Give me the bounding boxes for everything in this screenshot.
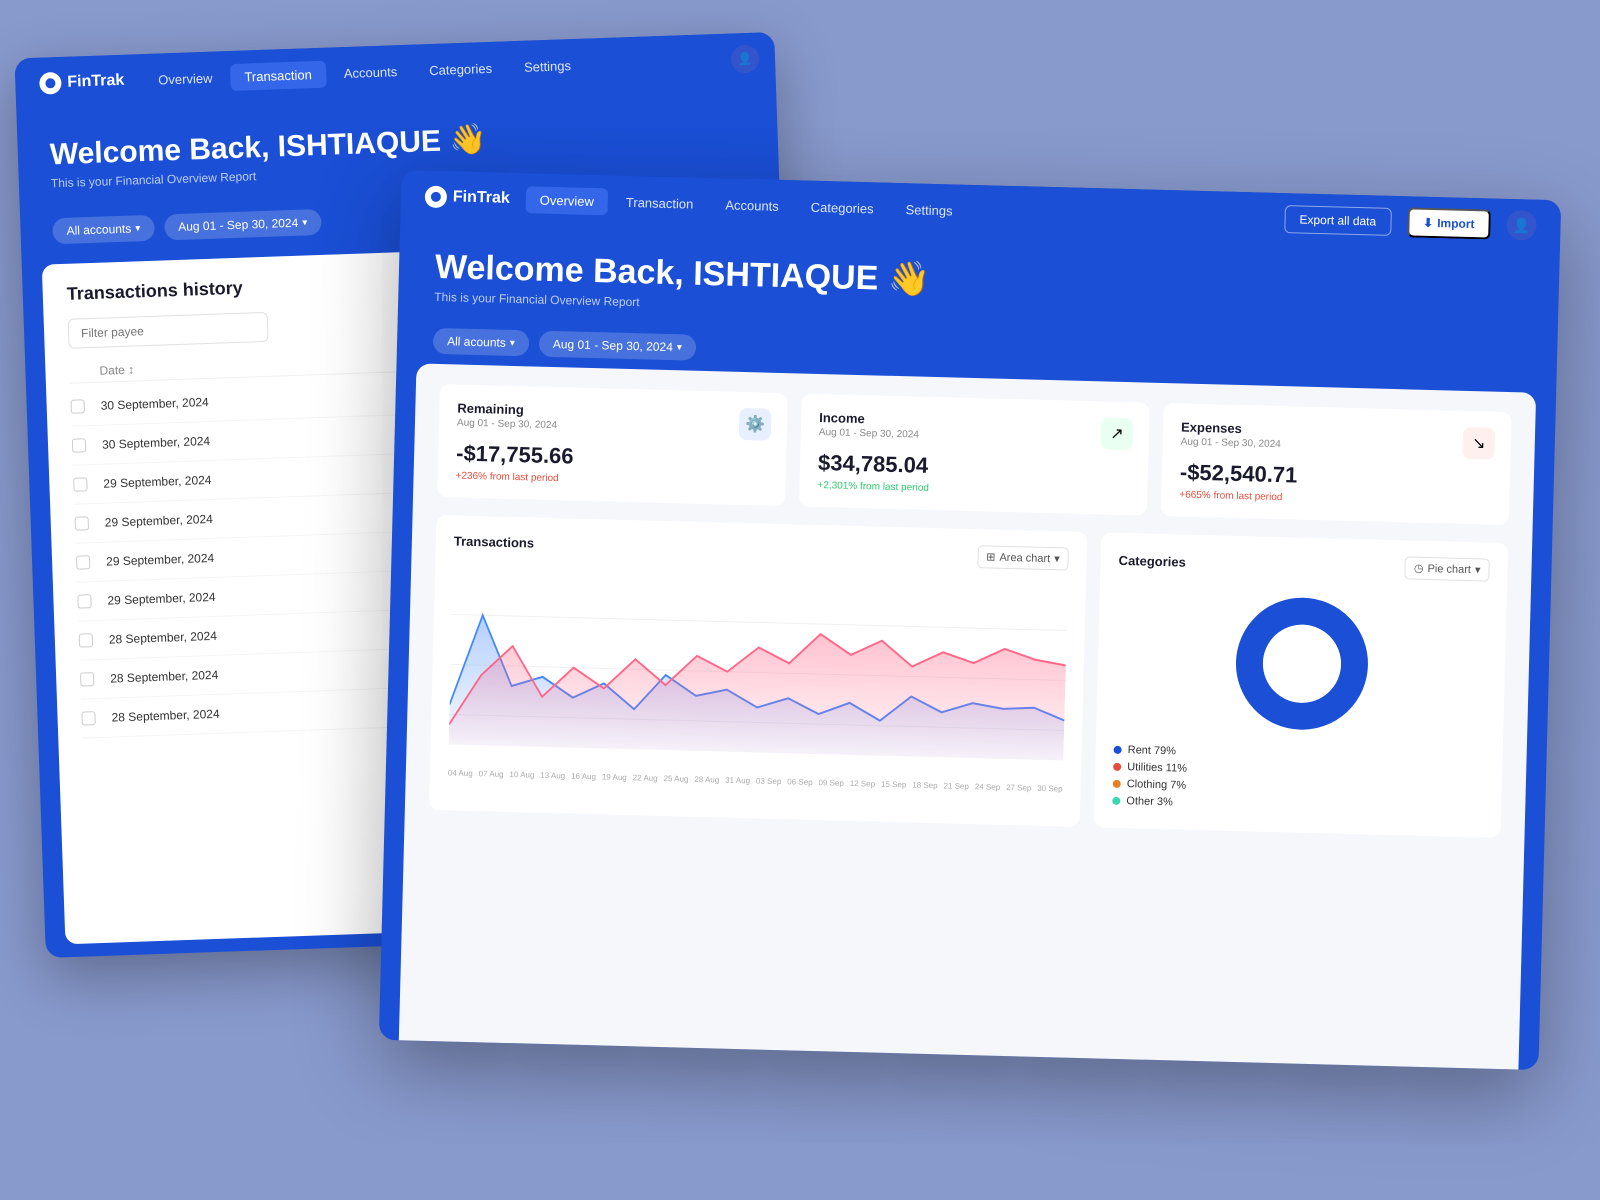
stats-row: ⚙️ Remaining Aug 01 - Sep 30, 2024 -$17,… — [437, 384, 1512, 525]
row-date: 28 September, 2024 — [109, 621, 430, 646]
row-date: 29 September, 2024 — [105, 504, 426, 529]
categories-card: Categories ◷ Pie chart ▾ — [1094, 532, 1509, 838]
back-accounts-filter[interactable]: All accounts ▾ — [52, 215, 155, 245]
import-icon: ⬇ — [1423, 216, 1433, 230]
legend-rent-dot — [1114, 746, 1122, 754]
income-icon: ↗ — [1101, 417, 1134, 450]
donut-chart-svg — [1225, 587, 1379, 741]
remaining-card: ⚙️ Remaining Aug 01 - Sep 30, 2024 -$17,… — [437, 384, 788, 506]
row-checkbox[interactable] — [70, 399, 84, 413]
income-amount: $34,785.04 — [818, 450, 1131, 484]
pie-chart-type-button[interactable]: ◷ Pie chart ▾ — [1405, 556, 1490, 581]
back-nav-accounts[interactable]: Accounts — [329, 57, 411, 87]
row-checkbox[interactable] — [80, 672, 94, 686]
remaining-amount: -$17,755.66 — [456, 440, 769, 474]
row-checkbox[interactable] — [81, 711, 95, 725]
pie-chart-icon: ◷ — [1414, 562, 1424, 575]
row-checkbox[interactable] — [76, 555, 90, 569]
legend-utilities-dot — [1113, 763, 1121, 771]
income-card: ↗ Income Aug 01 - Sep 30, 2024 $34,785.0… — [799, 394, 1150, 516]
front-nav-accounts[interactable]: Accounts — [711, 191, 793, 220]
back-accounts-arrow: ▾ — [135, 223, 140, 234]
chart-title: Transactions — [454, 533, 535, 550]
expenses-icon: ↘ — [1462, 427, 1495, 460]
row-date: 29 September, 2024 — [107, 582, 428, 607]
front-nav-transaction[interactable]: Transaction — [612, 188, 708, 217]
back-date-arrow: ▾ — [302, 217, 307, 228]
back-nav-categories[interactable]: Categories — [415, 54, 507, 84]
row-checkbox[interactable] — [72, 438, 86, 452]
row-checkbox[interactable] — [79, 633, 93, 647]
row-checkbox[interactable] — [77, 594, 91, 608]
dashboard-content: ⚙️ Remaining Aug 01 - Sep 30, 2024 -$17,… — [398, 363, 1536, 1070]
import-button[interactable]: ⬇ Import — [1407, 207, 1491, 239]
back-nav-overview[interactable]: Overview — [144, 64, 227, 94]
front-window: FinTrak Overview Transaction Accounts Ca… — [379, 170, 1561, 1070]
back-nav-settings[interactable]: Settings — [510, 51, 586, 81]
remaining-icon: ⚙️ — [739, 408, 772, 441]
front-nav-settings[interactable]: Settings — [891, 195, 967, 224]
row-date: 30 September, 2024 — [102, 427, 423, 452]
front-nav-items: Overview Transaction Accounts Categories… — [525, 186, 967, 225]
chart-type-button[interactable]: ⊞ Area chart ▾ — [977, 545, 1069, 570]
row-checkbox[interactable] — [73, 477, 87, 491]
legend-clothing-dot — [1113, 780, 1121, 788]
front-accounts-arrow: ▾ — [510, 337, 515, 348]
pie-dropdown-arrow: ▾ — [1475, 563, 1481, 576]
front-nav-categories[interactable]: Categories — [796, 193, 888, 222]
chart-area — [448, 564, 1068, 780]
front-accounts-filter[interactable]: All acounts ▾ — [433, 328, 529, 356]
chart-dropdown-arrow: ▾ — [1054, 552, 1060, 565]
row-date: 28 September, 2024 — [110, 660, 431, 685]
logo-icon — [39, 72, 62, 95]
categories-header: Categories ◷ Pie chart ▾ — [1118, 549, 1489, 582]
front-date-filter[interactable]: Aug 01 - Sep 30, 2024 ▾ — [538, 331, 696, 361]
back-nav-items: Overview Transaction Accounts Categories… — [144, 45, 752, 93]
back-avatar[interactable]: 👤 — [731, 45, 760, 74]
back-date-filter[interactable]: Aug 01 - Sep 30, 2024 ▾ — [164, 209, 322, 240]
categories-title: Categories — [1118, 553, 1186, 570]
filter-payee-input[interactable] — [68, 312, 269, 349]
row-checkbox[interactable] — [75, 516, 89, 530]
front-avatar[interactable]: 👤 — [1506, 210, 1537, 241]
front-logo[interactable]: FinTrak — [425, 186, 510, 210]
row-date: 30 September, 2024 — [100, 388, 421, 413]
pie-chart-container: Rent 79% Utilities 11% Clothing 7% — [1112, 584, 1489, 822]
bottom-row: Transactions ⊞ Area chart ▾ — [429, 515, 1508, 838]
date-column-header: Date ↕ — [99, 353, 420, 378]
transactions-chart-card: Transactions ⊞ Area chart ▾ — [429, 515, 1088, 827]
front-logo-icon — [425, 186, 448, 209]
export-button[interactable]: Export all data — [1284, 205, 1391, 236]
front-date-arrow: ▾ — [677, 342, 682, 353]
row-date: 28 September, 2024 — [111, 699, 432, 724]
back-logo[interactable]: FinTrak — [39, 70, 125, 95]
area-chart-icon: ⊞ — [986, 550, 996, 563]
categories-legend: Rent 79% Utilities 11% Clothing 7% — [1112, 744, 1485, 822]
expenses-amount: -$52,540.71 — [1180, 459, 1493, 493]
chart-header: Transactions ⊞ Area chart ▾ — [454, 531, 1069, 570]
area-chart-svg — [448, 564, 1068, 780]
front-nav-overview[interactable]: Overview — [525, 186, 608, 215]
back-nav-transaction[interactable]: Transaction — [230, 60, 326, 90]
expenses-card: ↘ Expenses Aug 01 - Sep 30, 2024 -$52,54… — [1161, 403, 1512, 525]
legend-other-dot — [1112, 797, 1120, 805]
row-date: 29 September, 2024 — [106, 543, 427, 568]
row-date: 29 September, 2024 — [103, 465, 424, 490]
